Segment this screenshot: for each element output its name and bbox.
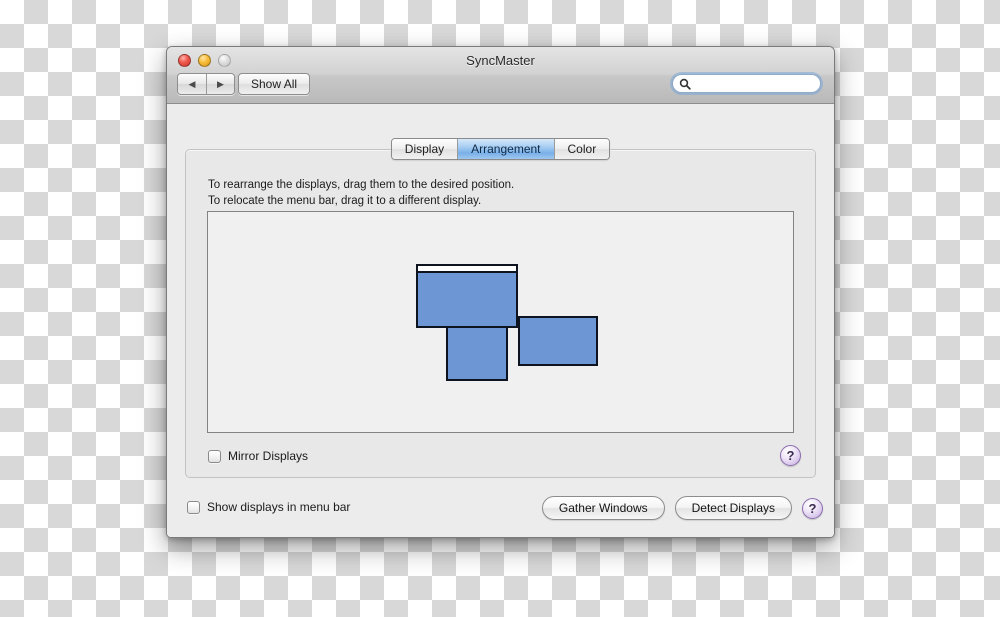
show-all-button[interactable]: Show All <box>238 73 311 95</box>
instructions-text: To rearrange the displays, drag them to … <box>208 177 514 209</box>
window-title: SyncMaster <box>466 53 535 68</box>
system-preferences-window: SyncMaster ◀ ▶ Show All Display Arrangem… <box>166 46 835 538</box>
tab-display[interactable]: Display <box>391 139 458 159</box>
gather-windows-button[interactable]: Gather Windows <box>541 496 665 520</box>
tab-bar: Display Arrangement Color <box>167 138 834 160</box>
search-field[interactable] <box>672 74 821 93</box>
forward-arrow-icon: ▶ <box>217 78 224 89</box>
search-input[interactable] <box>695 75 813 92</box>
arrangement-panel: To rearrange the displays, drag them to … <box>185 149 816 478</box>
tab-segmented-control: Display Arrangement Color <box>390 138 611 160</box>
navigation-segmented-control: ◀ ▶ <box>177 73 235 95</box>
detect-displays-button[interactable]: Detect Displays <box>674 496 792 520</box>
tab-color[interactable]: Color <box>553 139 610 159</box>
help-button-bottom[interactable]: ? <box>802 497 823 519</box>
instruction-line-2: To relocate the menu bar, drag it to a d… <box>208 195 482 207</box>
instruction-line-1: To rearrange the displays, drag them to … <box>208 179 515 191</box>
search-focus-ring <box>670 72 823 95</box>
window-titlebar[interactable]: SyncMaster ◀ ▶ Show All <box>167 47 834 104</box>
mirror-displays-checkbox[interactable] <box>208 449 221 463</box>
mirror-displays-label: Mirror Displays <box>228 449 309 463</box>
help-button-panel[interactable]: ? <box>780 445 801 466</box>
back-arrow-icon: ◀ <box>188 78 196 89</box>
show-in-menu-bar-row[interactable]: Show displays in menu bar <box>187 500 350 514</box>
menu-bar-strip[interactable] <box>418 266 516 273</box>
mirror-displays-row[interactable]: Mirror Displays <box>208 449 308 463</box>
show-in-menu-bar-label: Show displays in menu bar <box>207 500 351 514</box>
back-button[interactable]: ◀ <box>178 74 206 94</box>
bottom-actions: Gather Windows Detect Displays ? <box>541 496 823 520</box>
display-lower[interactable] <box>446 326 508 381</box>
bottom-bar: Show displays in menu bar Gather Windows… <box>167 480 834 537</box>
display-main[interactable] <box>416 264 518 328</box>
show-in-menu-bar-checkbox[interactable] <box>187 500 200 514</box>
forward-button[interactable]: ▶ <box>206 74 234 94</box>
preference-pane-body: Display Arrangement Color To rearrange t… <box>167 104 834 537</box>
tab-arrangement[interactable]: Arrangement <box>457 139 554 159</box>
search-icon <box>679 78 691 90</box>
display-arrangement-canvas[interactable] <box>207 211 794 433</box>
display-right[interactable] <box>518 316 598 366</box>
